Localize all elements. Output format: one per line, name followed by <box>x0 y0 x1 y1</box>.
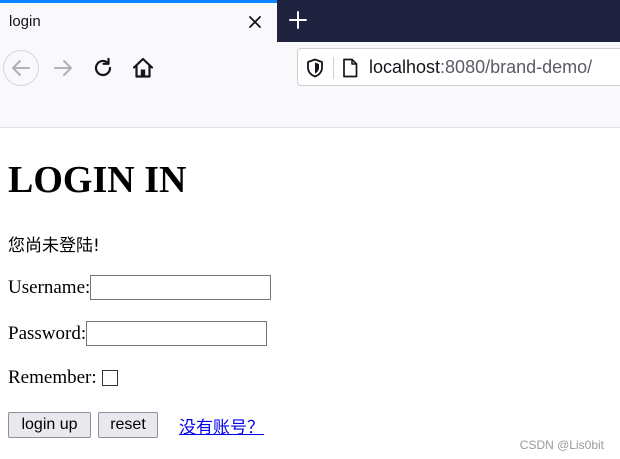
address-bar[interactable]: localhost:8080/brand-demo/ <box>297 48 620 86</box>
tab-strip: login <box>0 0 620 42</box>
url-text[interactable]: localhost:8080/brand-demo/ <box>369 57 592 78</box>
close-icon[interactable] <box>244 11 266 33</box>
watermark: CSDN @Lis0bit <box>519 438 604 452</box>
remember-checkbox[interactable] <box>101 370 118 386</box>
url-host: localhost <box>369 57 441 77</box>
password-label: Password: <box>8 322 87 344</box>
status-message: 您尚未登陆! <box>8 236 100 256</box>
register-link[interactable]: 没有账号？ <box>179 413 264 438</box>
tab-title: login <box>9 13 41 30</box>
shield-icon[interactable] <box>306 58 324 78</box>
username-input[interactable] <box>90 275 272 300</box>
page-content: LOGIN IN 您尚未登陆! Username: Password: Reme… <box>0 128 620 459</box>
page-title: LOGIN IN <box>8 159 187 201</box>
tab-login[interactable]: login <box>0 0 277 42</box>
forward-arrow-icon[interactable] <box>47 52 79 84</box>
reset-button[interactable]: reset <box>98 412 158 438</box>
page-icon[interactable] <box>342 58 358 78</box>
password-row: Password: <box>8 321 268 346</box>
password-input[interactable] <box>86 321 268 346</box>
back-arrow-icon[interactable] <box>3 50 39 86</box>
login-button[interactable]: login up <box>8 412 91 438</box>
username-label: Username: <box>8 276 91 298</box>
remember-row: Remember: <box>8 367 118 389</box>
username-row: Username: <box>8 275 272 300</box>
reload-icon[interactable] <box>87 52 119 84</box>
url-divider <box>333 57 334 79</box>
url-path: :8080/brand-demo/ <box>440 57 593 77</box>
new-tab-plus-icon[interactable] <box>285 7 311 33</box>
remember-label: Remember: <box>8 367 97 388</box>
navigation-toolbar: localhost:8080/brand-demo/ <box>0 42 620 128</box>
home-icon[interactable] <box>127 52 159 84</box>
